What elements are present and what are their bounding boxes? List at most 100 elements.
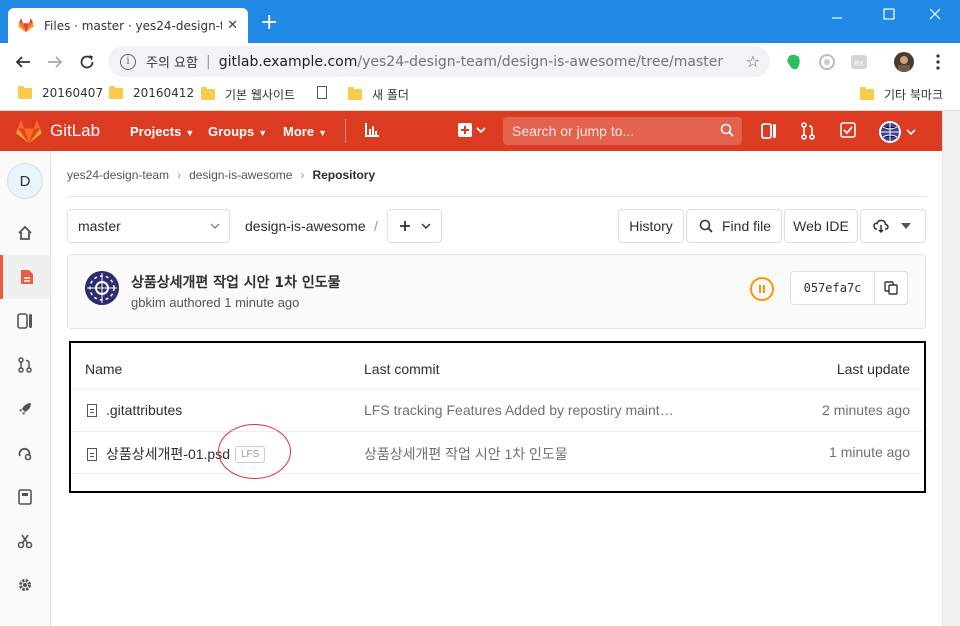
browser-tabstrip: Files · master · yes24-design-team ✕ + <box>0 0 960 43</box>
commit-sha-group: 057efa7c <box>790 271 908 305</box>
nav-divider <box>345 119 346 143</box>
file-last-update: 1 minute ago <box>829 444 910 460</box>
issues-sidebar-icon[interactable] <box>761 122 777 140</box>
bookmark-item[interactable]: 기본 웹사이트 <box>201 86 295 103</box>
gitlab-brand[interactable]: GitLab <box>50 121 100 141</box>
settings-icon <box>17 577 33 593</box>
breadcrumb-current[interactable]: Repository <box>312 168 375 182</box>
address-bar[interactable]: i 주의 요함 | gitlab.example.com /yes24-desi… <box>108 46 770 77</box>
cloud-download-icon <box>873 219 889 233</box>
sidebar-item-wiki[interactable] <box>0 475 50 519</box>
profile-avatar[interactable] <box>894 52 914 72</box>
tab-close-icon[interactable]: ✕ <box>227 18 238 33</box>
search-input[interactable]: Search or jump to... <box>503 117 742 145</box>
find-file-button[interactable]: Find file <box>686 209 782 243</box>
chevron-right-icon: › <box>177 168 182 182</box>
breadcrumb-project[interactable]: design-is-awesome <box>189 168 292 182</box>
chevron-down-icon <box>421 223 431 229</box>
author-avatar[interactable] <box>85 271 119 305</box>
file-link[interactable]: .gitattributes <box>87 402 182 418</box>
info-icon[interactable]: i <box>120 53 136 70</box>
forward-icon[interactable] <box>44 51 66 73</box>
page-scrollbar[interactable] <box>942 111 960 626</box>
commit-sha[interactable]: 057efa7c <box>791 272 875 304</box>
gitlab-favicon-icon <box>18 18 34 33</box>
minimize-icon[interactable] <box>822 4 852 24</box>
file-commit-message[interactable]: LFS tracking Features Added by repostiry… <box>364 402 674 418</box>
breadcrumb-group[interactable]: yes24-design-team <box>67 168 169 182</box>
sidebar-item-repository[interactable] <box>0 255 50 299</box>
history-button[interactable]: History <box>618 209 684 243</box>
header-name: Name <box>85 361 123 377</box>
evernote-extension-icon[interactable] <box>784 52 804 72</box>
extension-icon[interactable]: ex <box>849 52 869 72</box>
sidebar-item-cicd[interactable] <box>0 387 50 431</box>
file-name: .gitattributes <box>106 402 183 418</box>
merge-request-icon <box>17 357 33 373</box>
close-window-icon[interactable] <box>920 4 950 24</box>
sidebar-item-operations[interactable] <box>0 431 50 475</box>
table-row[interactable]: 상품상세개편-01.psd LFS 상품상세개편 작업 시안 1차 인도물 1 … <box>73 432 922 474</box>
sidebar-item-issues[interactable] <box>0 299 50 343</box>
commit-title[interactable]: 상품상세개편 작업 시안 1차 인도물 <box>131 272 341 292</box>
sidebar-item-settings[interactable] <box>0 563 50 607</box>
bookmark-star-icon[interactable]: ☆ <box>746 52 760 71</box>
file-last-update: 2 minutes ago <box>822 402 910 418</box>
other-bookmarks[interactable]: 기타 북마크 <box>860 86 943 103</box>
chevron-down-icon: ▼ <box>185 128 195 138</box>
nav-groups[interactable]: Groups ▼ <box>208 124 267 139</box>
browser-tab[interactable]: Files · master · yes24-design-team ✕ <box>8 8 248 43</box>
folder-icon <box>109 85 123 99</box>
bookmark-item[interactable] <box>317 86 337 99</box>
browser-toolbar: i 주의 요함 | gitlab.example.com /yes24-desi… <box>0 43 960 80</box>
download-button[interactable] <box>860 209 926 243</box>
branch-name: master <box>78 218 121 234</box>
folder-icon <box>348 87 362 100</box>
add-to-tree-button[interactable] <box>387 209 442 243</box>
file-name: 상품상세개편-01.psd <box>106 446 230 462</box>
gitlab-header: GitLab Projects ▼ Groups ▼ More ▼ Search or… <box>0 111 942 151</box>
activity-chart-icon[interactable] <box>364 122 380 138</box>
svg-text:ex: ex <box>854 59 864 68</box>
browser-menu-icon[interactable] <box>930 52 950 72</box>
back-icon[interactable] <box>12 51 34 73</box>
bookmark-item[interactable]: 새 폴더 <box>348 86 409 103</box>
sidebar-item-snippets[interactable] <box>0 519 50 563</box>
new-item-plus-icon[interactable] <box>457 122 487 138</box>
issues-icon <box>17 313 33 329</box>
maximize-icon[interactable] <box>874 4 904 24</box>
table-header: Name Last commit Last update <box>73 351 922 389</box>
merge-requests-icon[interactable] <box>800 122 816 140</box>
todos-icon[interactable] <box>840 122 856 138</box>
wiki-icon <box>18 489 32 505</box>
commit-author-line: gbkim authored 1 minute ago <box>131 295 300 310</box>
bookmark-item[interactable]: 20160412 <box>109 85 194 100</box>
repo-path[interactable]: design-is-awesome <box>245 218 366 234</box>
project-avatar[interactable]: D <box>7 163 43 199</box>
nav-more[interactable]: More ▼ <box>283 124 327 139</box>
file-commit-message[interactable]: 상품상세개편 작업 시안 1차 인도물 <box>364 444 568 464</box>
gitlab-logo-icon[interactable] <box>16 120 42 144</box>
url-host: gitlab.example.com <box>218 53 358 70</box>
sidebar-item-merge-requests[interactable] <box>0 343 50 387</box>
bookmark-label: 기타 북마크 <box>884 88 944 102</box>
project-sidebar: D <box>0 151 51 626</box>
security-warning: 주의 요함 <box>146 56 198 71</box>
branch-selector[interactable]: master <box>67 209 230 243</box>
nav-label: More <box>283 124 315 139</box>
chevron-down-icon: ▼ <box>258 128 268 138</box>
extension-icon[interactable] <box>817 52 837 72</box>
pipeline-paused-icon[interactable] <box>750 277 774 301</box>
table-row[interactable]: .gitattributes LFS tracking Features Add… <box>73 390 922 432</box>
web-ide-label: Web IDE <box>793 218 849 234</box>
nav-projects[interactable]: Projects ▼ <box>130 124 194 139</box>
bookmark-item[interactable]: 20160407 <box>18 85 103 100</box>
new-tab-icon[interactable]: + <box>260 12 278 34</box>
user-menu-avatar[interactable] <box>878 120 918 144</box>
copy-icon[interactable] <box>875 272 907 304</box>
web-ide-button[interactable]: Web IDE <box>784 209 858 243</box>
reload-icon[interactable] <box>76 51 98 73</box>
sidebar-item-project[interactable] <box>0 211 50 255</box>
home-icon <box>17 225 33 241</box>
file-icon <box>87 403 97 417</box>
